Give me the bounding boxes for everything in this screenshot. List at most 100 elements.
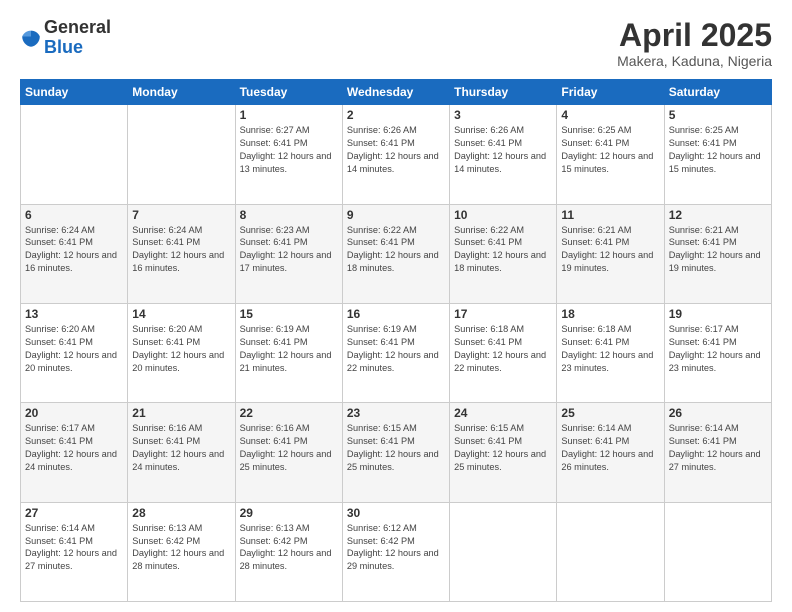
day-info: Sunrise: 6:17 AM Sunset: 6:41 PM Dayligh… bbox=[669, 323, 767, 375]
day-number: 4 bbox=[561, 108, 659, 122]
day-info: Sunrise: 6:17 AM Sunset: 6:41 PM Dayligh… bbox=[25, 422, 123, 474]
day-number: 26 bbox=[669, 406, 767, 420]
day-number: 18 bbox=[561, 307, 659, 321]
day-cell: 26 Sunrise: 6:14 AM Sunset: 6:41 PM Dayli… bbox=[664, 403, 771, 502]
day-info: Sunrise: 6:21 AM Sunset: 6:41 PM Dayligh… bbox=[561, 224, 659, 276]
week-row-5: 27 Sunrise: 6:14 AM Sunset: 6:41 PM Dayli… bbox=[21, 502, 772, 601]
day-number: 20 bbox=[25, 406, 123, 420]
day-number: 28 bbox=[132, 506, 230, 520]
day-number: 8 bbox=[240, 208, 338, 222]
day-info: Sunrise: 6:20 AM Sunset: 6:41 PM Dayligh… bbox=[132, 323, 230, 375]
day-number: 5 bbox=[669, 108, 767, 122]
day-cell: 7Sunrise: 6:24 AM Sunset: 6:41 PM Daylig… bbox=[128, 204, 235, 303]
day-number: 1 bbox=[240, 108, 338, 122]
day-number: 3 bbox=[454, 108, 552, 122]
day-info: Sunrise: 6:16 AM Sunset: 6:41 PM Dayligh… bbox=[132, 422, 230, 474]
day-info: Sunrise: 6:25 AM Sunset: 6:41 PM Dayligh… bbox=[561, 124, 659, 176]
day-number: 9 bbox=[347, 208, 445, 222]
col-tuesday: Tuesday bbox=[235, 80, 342, 105]
day-info: Sunrise: 6:23 AM Sunset: 6:41 PM Dayligh… bbox=[240, 224, 338, 276]
day-cell bbox=[128, 105, 235, 204]
day-cell: 27 Sunrise: 6:14 AM Sunset: 6:41 PM Dayli… bbox=[21, 502, 128, 601]
day-cell: 15 Sunrise: 6:19 AM Sunset: 6:41 PM Dayli… bbox=[235, 303, 342, 402]
day-info: Sunrise: 6:22 AM Sunset: 6:41 PM Dayligh… bbox=[347, 224, 445, 276]
day-cell: 12 Sunrise: 6:21 AM Sunset: 6:41 PM Dayli… bbox=[664, 204, 771, 303]
day-info: Sunrise: 6:18 AM Sunset: 6:41 PM Dayligh… bbox=[454, 323, 552, 375]
day-cell bbox=[450, 502, 557, 601]
day-info: Sunrise: 6:12 AM Sunset: 6:42 PM Dayligh… bbox=[347, 522, 445, 574]
col-sunday: Sunday bbox=[21, 80, 128, 105]
day-number: 23 bbox=[347, 406, 445, 420]
day-info: Sunrise: 6:25 AM Sunset: 6:41 PM Dayligh… bbox=[669, 124, 767, 176]
day-cell: 5 Sunrise: 6:25 AM Sunset: 6:41 PM Daylig… bbox=[664, 105, 771, 204]
logo-general: General bbox=[44, 17, 111, 37]
day-number: 25 bbox=[561, 406, 659, 420]
day-info: Sunrise: 6:26 AM Sunset: 6:41 PM Dayligh… bbox=[454, 124, 552, 176]
day-number: 22 bbox=[240, 406, 338, 420]
logo-icon bbox=[20, 27, 42, 49]
week-row-4: 20 Sunrise: 6:17 AM Sunset: 6:41 PM Dayli… bbox=[21, 403, 772, 502]
day-info: Sunrise: 6:27 AM Sunset: 6:41 PM Dayligh… bbox=[240, 124, 338, 176]
day-cell: 19 Sunrise: 6:17 AM Sunset: 6:41 PM Dayli… bbox=[664, 303, 771, 402]
day-cell: 22 Sunrise: 6:16 AM Sunset: 6:41 PM Dayli… bbox=[235, 403, 342, 502]
location: Makera, Kaduna, Nigeria bbox=[617, 53, 772, 69]
day-number: 24 bbox=[454, 406, 552, 420]
day-cell: 3 Sunrise: 6:26 AM Sunset: 6:41 PM Daylig… bbox=[450, 105, 557, 204]
logo-text: General Blue bbox=[44, 18, 111, 58]
day-number: 12 bbox=[669, 208, 767, 222]
month-title: April 2025 bbox=[617, 18, 772, 53]
calendar-header-row: Sunday Monday Tuesday Wednesday Thursday… bbox=[21, 80, 772, 105]
day-cell: 13 Sunrise: 6:20 AM Sunset: 6:41 PM Dayli… bbox=[21, 303, 128, 402]
day-number: 19 bbox=[669, 307, 767, 321]
day-cell: 17Sunrise: 6:18 AM Sunset: 6:41 PM Dayli… bbox=[450, 303, 557, 402]
day-number: 30 bbox=[347, 506, 445, 520]
logo-blue: Blue bbox=[44, 37, 83, 57]
day-number: 6 bbox=[25, 208, 123, 222]
day-cell: 28 Sunrise: 6:13 AM Sunset: 6:42 PM Dayli… bbox=[128, 502, 235, 601]
day-cell: 21 Sunrise: 6:16 AM Sunset: 6:41 PM Dayli… bbox=[128, 403, 235, 502]
day-number: 29 bbox=[240, 506, 338, 520]
day-number: 16 bbox=[347, 307, 445, 321]
day-info: Sunrise: 6:26 AM Sunset: 6:41 PM Dayligh… bbox=[347, 124, 445, 176]
title-block: April 2025 Makera, Kaduna, Nigeria bbox=[617, 18, 772, 69]
day-info: Sunrise: 6:18 AM Sunset: 6:41 PM Dayligh… bbox=[561, 323, 659, 375]
week-row-1: 1 Sunrise: 6:27 AM Sunset: 6:41 PM Daylig… bbox=[21, 105, 772, 204]
day-info: Sunrise: 6:19 AM Sunset: 6:41 PM Dayligh… bbox=[240, 323, 338, 375]
day-info: Sunrise: 6:15 AM Sunset: 6:41 PM Dayligh… bbox=[454, 422, 552, 474]
day-info: Sunrise: 6:22 AM Sunset: 6:41 PM Dayligh… bbox=[454, 224, 552, 276]
day-cell bbox=[21, 105, 128, 204]
day-info: Sunrise: 6:13 AM Sunset: 6:42 PM Dayligh… bbox=[240, 522, 338, 574]
day-number: 11 bbox=[561, 208, 659, 222]
day-info: Sunrise: 6:14 AM Sunset: 6:41 PM Dayligh… bbox=[25, 522, 123, 574]
day-cell: 9 Sunrise: 6:22 AM Sunset: 6:41 PM Daylig… bbox=[342, 204, 449, 303]
day-cell: 1 Sunrise: 6:27 AM Sunset: 6:41 PM Daylig… bbox=[235, 105, 342, 204]
day-info: Sunrise: 6:16 AM Sunset: 6:41 PM Dayligh… bbox=[240, 422, 338, 474]
day-cell bbox=[557, 502, 664, 601]
day-number: 21 bbox=[132, 406, 230, 420]
col-monday: Monday bbox=[128, 80, 235, 105]
header: General Blue April 2025 Makera, Kaduna, … bbox=[20, 18, 772, 69]
week-row-2: 6 Sunrise: 6:24 AM Sunset: 6:41 PM Daylig… bbox=[21, 204, 772, 303]
day-cell: 4 Sunrise: 6:25 AM Sunset: 6:41 PM Daylig… bbox=[557, 105, 664, 204]
day-cell: 30 Sunrise: 6:12 AM Sunset: 6:42 PM Dayli… bbox=[342, 502, 449, 601]
day-cell bbox=[664, 502, 771, 601]
day-cell: 10Sunrise: 6:22 AM Sunset: 6:41 PM Dayli… bbox=[450, 204, 557, 303]
day-info: Sunrise: 6:15 AM Sunset: 6:41 PM Dayligh… bbox=[347, 422, 445, 474]
day-number: 14 bbox=[132, 307, 230, 321]
day-cell: 14 Sunrise: 6:20 AM Sunset: 6:41 PM Dayli… bbox=[128, 303, 235, 402]
day-info: Sunrise: 6:24 AM Sunset: 6:41 PM Dayligh… bbox=[132, 224, 230, 276]
day-info: Sunrise: 6:14 AM Sunset: 6:41 PM Dayligh… bbox=[669, 422, 767, 474]
day-cell: 25Sunrise: 6:14 AM Sunset: 6:41 PM Dayli… bbox=[557, 403, 664, 502]
day-number: 15 bbox=[240, 307, 338, 321]
day-number: 13 bbox=[25, 307, 123, 321]
day-info: Sunrise: 6:24 AM Sunset: 6:41 PM Dayligh… bbox=[25, 224, 123, 276]
day-number: 27 bbox=[25, 506, 123, 520]
calendar-table: Sunday Monday Tuesday Wednesday Thursday… bbox=[20, 79, 772, 602]
day-info: Sunrise: 6:21 AM Sunset: 6:41 PM Dayligh… bbox=[669, 224, 767, 276]
day-cell: 6 Sunrise: 6:24 AM Sunset: 6:41 PM Daylig… bbox=[21, 204, 128, 303]
col-friday: Friday bbox=[557, 80, 664, 105]
day-info: Sunrise: 6:13 AM Sunset: 6:42 PM Dayligh… bbox=[132, 522, 230, 574]
day-info: Sunrise: 6:20 AM Sunset: 6:41 PM Dayligh… bbox=[25, 323, 123, 375]
day-cell: 18 Sunrise: 6:18 AM Sunset: 6:41 PM Dayli… bbox=[557, 303, 664, 402]
col-saturday: Saturday bbox=[664, 80, 771, 105]
